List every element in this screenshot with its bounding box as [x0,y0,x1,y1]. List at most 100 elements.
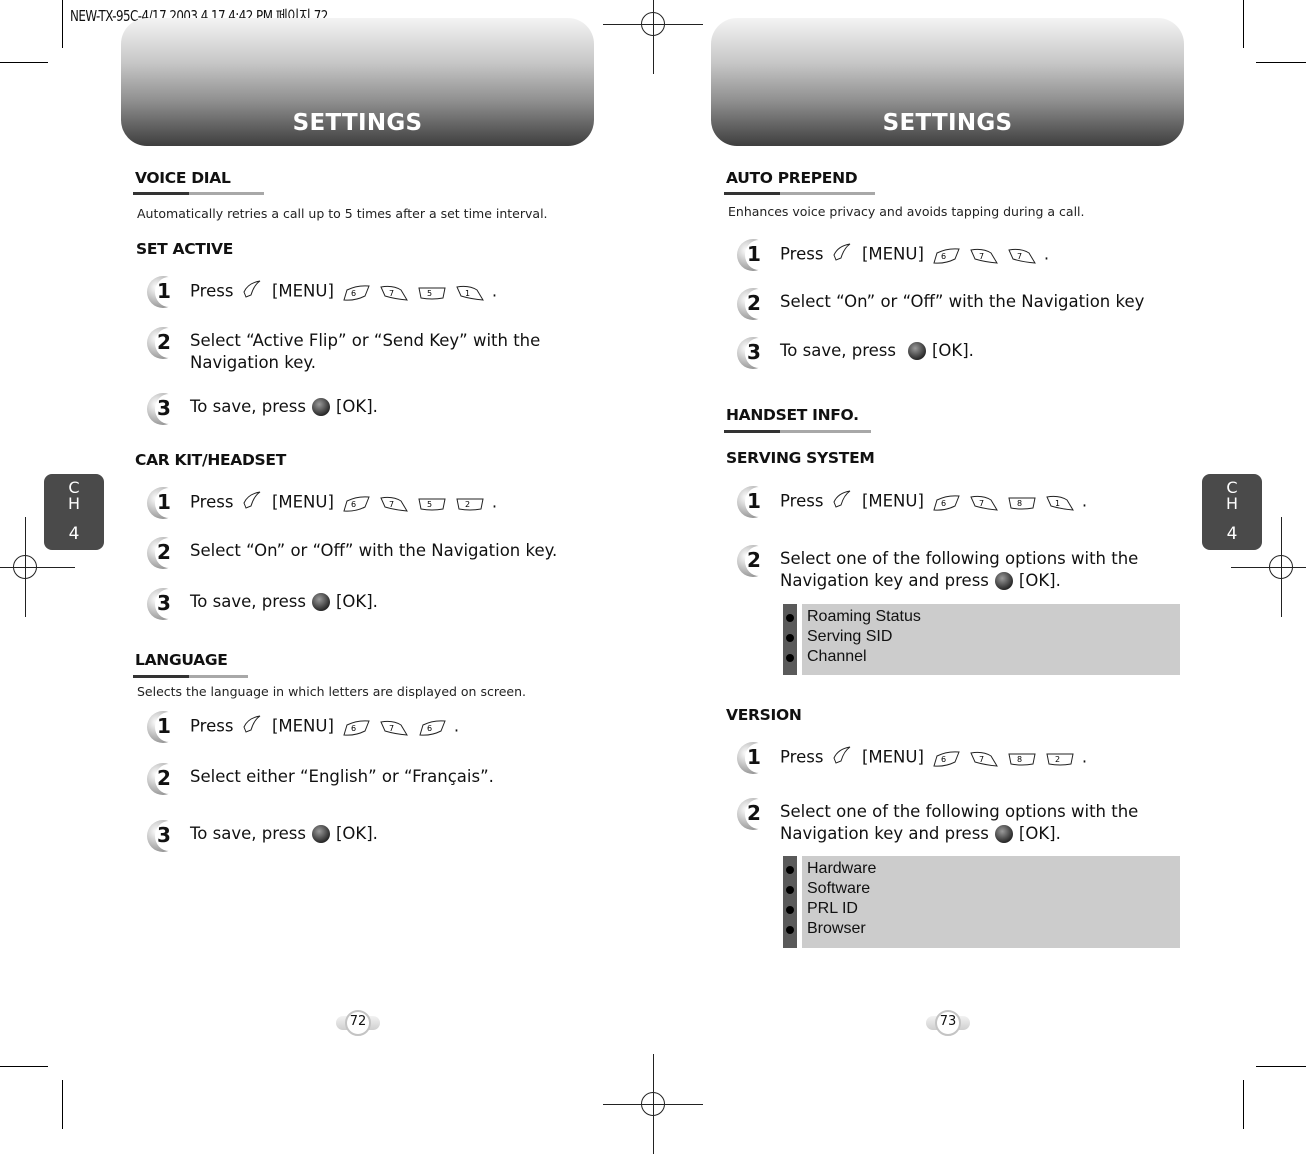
keypad-keys-icon: 6 7 6 [337,716,451,738]
bullet-icon [786,906,794,914]
step-number-badge: 1 [737,239,773,273]
step-number-badge: 1 [147,711,183,745]
svg-text:7: 7 [389,289,394,298]
svg-text:6: 6 [351,500,356,509]
section-underline [724,192,875,195]
step-number-badge: 2 [147,537,183,571]
chapter-number: 4 [1226,524,1238,544]
svg-text:1: 1 [1055,499,1060,508]
keypad-key-1-icon: 1 [1046,495,1074,511]
keypad-key-5-icon: 5 [418,498,446,510]
menu-softkey-icon [832,489,854,515]
section-title-language: LANGUAGE [135,651,228,669]
bullet-icon [786,926,794,934]
crop-mark [1256,62,1306,63]
svg-text:7: 7 [979,252,984,261]
keypad-keys-icon: 6 7 5 1 [337,281,489,303]
menu-softkey-icon [242,714,264,740]
keypad-key-7-icon: 7 [380,285,408,301]
keypad-key-6-icon: 6 [343,495,370,512]
crop-mark [1243,0,1244,48]
crop-mark [0,1066,48,1067]
menu-softkey-icon [242,490,264,516]
bullet-icon [786,654,794,662]
step-number-badge: 3 [737,337,773,371]
section-description: Automatically retries a call up to 5 tim… [137,206,548,221]
step-number-badge: 1 [147,276,183,310]
step-text: Press [MENU] 6 7 8 2. [780,745,1087,771]
subsection-title-serving-system: SERVING SYSTEM [726,449,875,467]
svg-text:6: 6 [941,499,946,508]
keypad-key-7-icon: 7 [970,751,998,767]
step-text: Select one of the following options with… [780,802,1139,843]
chapter-tab: C H 4 [44,474,104,550]
ok-button-icon [907,341,926,360]
keypad-key-7-icon: 7 [1008,248,1036,264]
svg-text:5: 5 [427,500,432,509]
section-underline [133,192,264,195]
keypad-keys-icon: 6 7 5 2 [337,492,489,514]
step-number-badge: 3 [147,393,183,427]
svg-text:1: 1 [465,289,470,298]
keypad-key-1-icon: 1 [456,285,484,301]
keypad-keys-icon: 6 7 8 1 [927,491,1079,513]
options-list-serving-system: Roaming Status Serving SID Channel [783,604,1180,675]
ok-button-icon [311,824,330,843]
step-text: Select “On” or “Off” with the Navigation… [190,541,558,560]
step-text: Select one of the following options with… [780,549,1139,590]
page-header-title: SETTINGS [292,110,423,136]
ok-button-icon [994,571,1013,590]
ok-button-icon [994,824,1013,843]
page-number: 73 [926,1010,970,1036]
svg-text:6: 6 [941,755,946,764]
svg-text:5: 5 [427,289,432,298]
page-header-banner: SETTINGS [121,18,594,146]
crop-mark [1243,1080,1244,1129]
svg-text:7: 7 [389,500,394,509]
svg-text:6: 6 [941,252,946,261]
registration-mark [603,0,703,74]
bullet-icon [786,634,794,642]
crop-mark [62,0,63,48]
keypad-key-8-icon: 8 [1008,753,1036,765]
section-title-handset-info: HANDSET INFO. [726,406,859,424]
keypad-key-8-icon: 8 [1008,497,1036,509]
step-text: Press [MENU] 6 7 5 2. [190,490,497,516]
keypad-key-6-icon: 6 [419,719,446,736]
page-header-banner: SETTINGS [711,18,1184,146]
keypad-key-6-icon: 6 [933,494,960,511]
step-number-badge: 2 [737,545,773,579]
chapter-tab: C H 4 [1202,474,1262,550]
svg-text:7: 7 [1017,252,1022,261]
ok-button-icon [311,397,330,416]
keypad-key-7-icon: 7 [380,496,408,512]
chapter-number: 4 [68,524,80,544]
svg-text:6: 6 [351,289,356,298]
chapter-tab-h: H [1225,494,1239,513]
step-number-badge: 2 [737,288,773,322]
svg-text:6: 6 [351,724,356,733]
svg-text:8: 8 [1017,499,1022,508]
crop-mark [0,62,48,63]
section-underline [133,675,248,678]
step-number-badge: 2 [147,327,183,361]
subsection-title-set-active: SET ACTIVE [136,240,234,258]
keypad-key-2-icon: 2 [456,498,484,510]
step-text: Select “Active Flip” or “Send Key” with … [190,331,541,372]
svg-text:7: 7 [979,755,984,764]
section-title-auto-prepend: AUTO PREPEND [726,169,858,187]
keypad-key-6-icon: 6 [933,247,960,264]
step-number-badge: 1 [147,487,183,521]
step-text: To save, press [OK]. [190,397,378,416]
step-number-badge: 3 [147,820,183,854]
step-number-badge: 1 [737,486,773,520]
svg-text:8: 8 [1017,755,1022,764]
step-text: To save, press [OK]. [190,592,378,611]
step-text: Press [MENU] 6 7 8 1. [780,489,1087,515]
step-number-badge: 2 [147,763,183,797]
step-text: Select either “English” or “Français”. [190,767,494,786]
keypad-key-6-icon: 6 [933,750,960,767]
chapter-tab-h: H [67,494,81,513]
section-underline [724,430,871,433]
step-text: To save, press [OK]. [780,341,974,360]
